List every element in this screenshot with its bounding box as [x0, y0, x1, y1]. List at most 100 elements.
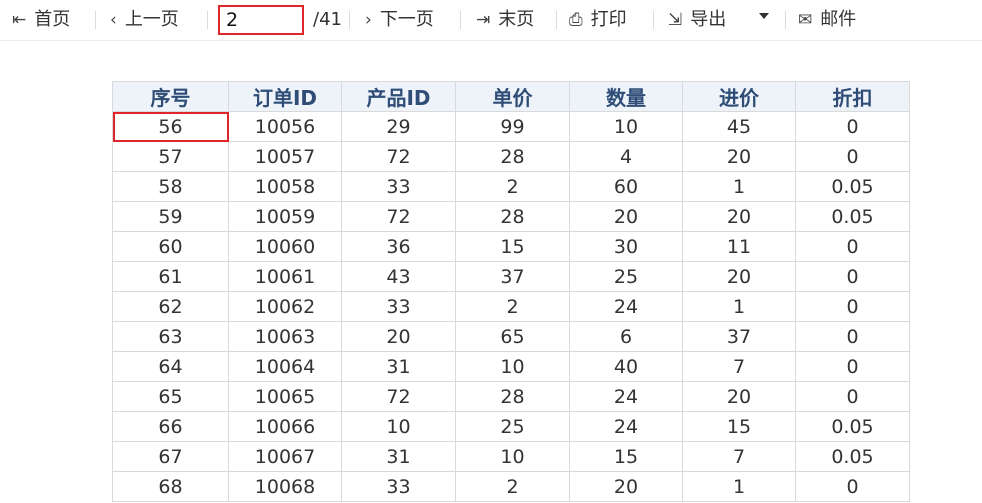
table-cell[interactable]: 28	[455, 141, 570, 172]
table-cell[interactable]: 60	[112, 231, 229, 262]
table-cell[interactable]: 20	[682, 201, 796, 232]
table-cell[interactable]: 10059	[228, 201, 342, 232]
table-cell[interactable]: 99	[455, 111, 570, 142]
table-cell[interactable]: 33	[341, 291, 456, 322]
first-page-button[interactable]: ⇤ 首页	[12, 6, 70, 34]
table-cell[interactable]: 0.05	[795, 441, 910, 472]
table-cell[interactable]: 40	[569, 351, 683, 382]
table-cell[interactable]: 61	[112, 261, 229, 292]
table-cell[interactable]: 10060	[228, 231, 342, 262]
table-cell[interactable]: 62	[112, 291, 229, 322]
table-cell[interactable]: 72	[341, 201, 456, 232]
table-cell[interactable]: 72	[341, 381, 456, 412]
table-cell[interactable]: 36	[341, 231, 456, 262]
table-cell[interactable]: 0	[795, 111, 910, 142]
table-cell[interactable]: 0	[795, 291, 910, 322]
table-cell[interactable]: 63	[112, 321, 229, 352]
table-cell[interactable]: 0	[795, 141, 910, 172]
table-cell[interactable]: 10063	[228, 321, 342, 352]
table-cell[interactable]: 43	[341, 261, 456, 292]
table-cell[interactable]: 37	[455, 261, 570, 292]
table-cell[interactable]: 10064	[228, 351, 342, 382]
table-cell[interactable]: 31	[341, 441, 456, 472]
table-cell[interactable]: 10065	[228, 381, 342, 412]
table-cell[interactable]: 1	[682, 171, 796, 202]
next-page-button[interactable]: › 下一页	[365, 6, 434, 34]
table-cell[interactable]: 68	[112, 471, 229, 502]
table-cell[interactable]: 2	[455, 291, 570, 322]
mail-button[interactable]: ✉ 邮件	[798, 6, 856, 34]
prev-page-button[interactable]: ‹ 上一页	[110, 6, 179, 34]
table-cell[interactable]: 67	[112, 441, 229, 472]
table-cell[interactable]: 60	[569, 171, 683, 202]
table-cell[interactable]: 65	[112, 381, 229, 412]
table-cell[interactable]: 10056	[228, 111, 342, 142]
table-cell[interactable]: 28	[455, 381, 570, 412]
table-cell[interactable]: 24	[569, 381, 683, 412]
table-cell[interactable]: 72	[341, 141, 456, 172]
table-cell[interactable]: 0	[795, 261, 910, 292]
table-cell[interactable]: 37	[682, 321, 796, 352]
table-cell[interactable]: 7	[682, 441, 796, 472]
table-cell[interactable]: 10068	[228, 471, 342, 502]
page-number-input[interactable]	[218, 5, 304, 35]
table-cell[interactable]: 0	[795, 381, 910, 412]
table-cell[interactable]: 10	[455, 441, 570, 472]
table-cell[interactable]: 10	[455, 351, 570, 382]
table-cell[interactable]: 57	[112, 141, 229, 172]
table-cell[interactable]: 20	[682, 261, 796, 292]
table-cell[interactable]: 20	[682, 141, 796, 172]
table-cell[interactable]: 0.05	[795, 171, 910, 202]
table-cell[interactable]: 64	[112, 351, 229, 382]
last-page-button[interactable]: ⇥ 末页	[476, 6, 534, 34]
table-cell[interactable]: 10	[341, 411, 456, 442]
table-cell[interactable]: 0	[795, 351, 910, 382]
table-cell[interactable]: 25	[569, 261, 683, 292]
table-cell[interactable]: 29	[341, 111, 456, 142]
table-cell[interactable]: 0	[795, 321, 910, 352]
table-cell[interactable]: 20	[682, 381, 796, 412]
table-cell[interactable]: 0.05	[795, 411, 910, 442]
table-cell[interactable]: 33	[341, 471, 456, 502]
table-cell[interactable]: 0	[795, 471, 910, 502]
table-cell[interactable]: 20	[569, 471, 683, 502]
export-dropdown-chevron-down-icon[interactable]	[759, 13, 769, 19]
table-cell[interactable]: 33	[341, 171, 456, 202]
table-cell[interactable]: 15	[682, 411, 796, 442]
table-cell[interactable]: 10062	[228, 291, 342, 322]
table-cell[interactable]: 10057	[228, 141, 342, 172]
table-cell[interactable]: 6	[569, 321, 683, 352]
table-cell[interactable]: 10061	[228, 261, 342, 292]
table-cell[interactable]: 2	[455, 471, 570, 502]
table-cell[interactable]: 15	[455, 231, 570, 262]
table-cell[interactable]: 20	[569, 201, 683, 232]
table-cell[interactable]: 0	[795, 231, 910, 262]
print-button[interactable]: ⎙ 打印	[569, 6, 627, 34]
table-cell[interactable]: 59	[112, 201, 229, 232]
table-cell[interactable]: 45	[682, 111, 796, 142]
table-cell[interactable]: 24	[569, 291, 683, 322]
table-cell[interactable]: 66	[112, 411, 229, 442]
table-cell[interactable]: 0.05	[795, 201, 910, 232]
table-cell[interactable]: 15	[569, 441, 683, 472]
table-cell[interactable]: 30	[569, 231, 683, 262]
table-cell[interactable]: 65	[455, 321, 570, 352]
export-button[interactable]: ⇲ 导出	[668, 6, 726, 34]
table-cell[interactable]: 10058	[228, 171, 342, 202]
table-cell[interactable]: 7	[682, 351, 796, 382]
selected-cell[interactable]: 56	[112, 111, 229, 142]
table-cell[interactable]: 1	[682, 291, 796, 322]
table-cell[interactable]: 24	[569, 411, 683, 442]
table-cell[interactable]: 2	[455, 171, 570, 202]
table-cell[interactable]: 11	[682, 231, 796, 262]
table-cell[interactable]: 20	[341, 321, 456, 352]
table-cell[interactable]: 10066	[228, 411, 342, 442]
table-cell[interactable]: 4	[569, 141, 683, 172]
table-cell[interactable]: 1	[682, 471, 796, 502]
table-cell[interactable]: 28	[455, 201, 570, 232]
table-cell[interactable]: 10	[569, 111, 683, 142]
table-cell[interactable]: 10067	[228, 441, 342, 472]
table-cell[interactable]: 25	[455, 411, 570, 442]
table-cell[interactable]: 58	[112, 171, 229, 202]
table-cell[interactable]: 31	[341, 351, 456, 382]
